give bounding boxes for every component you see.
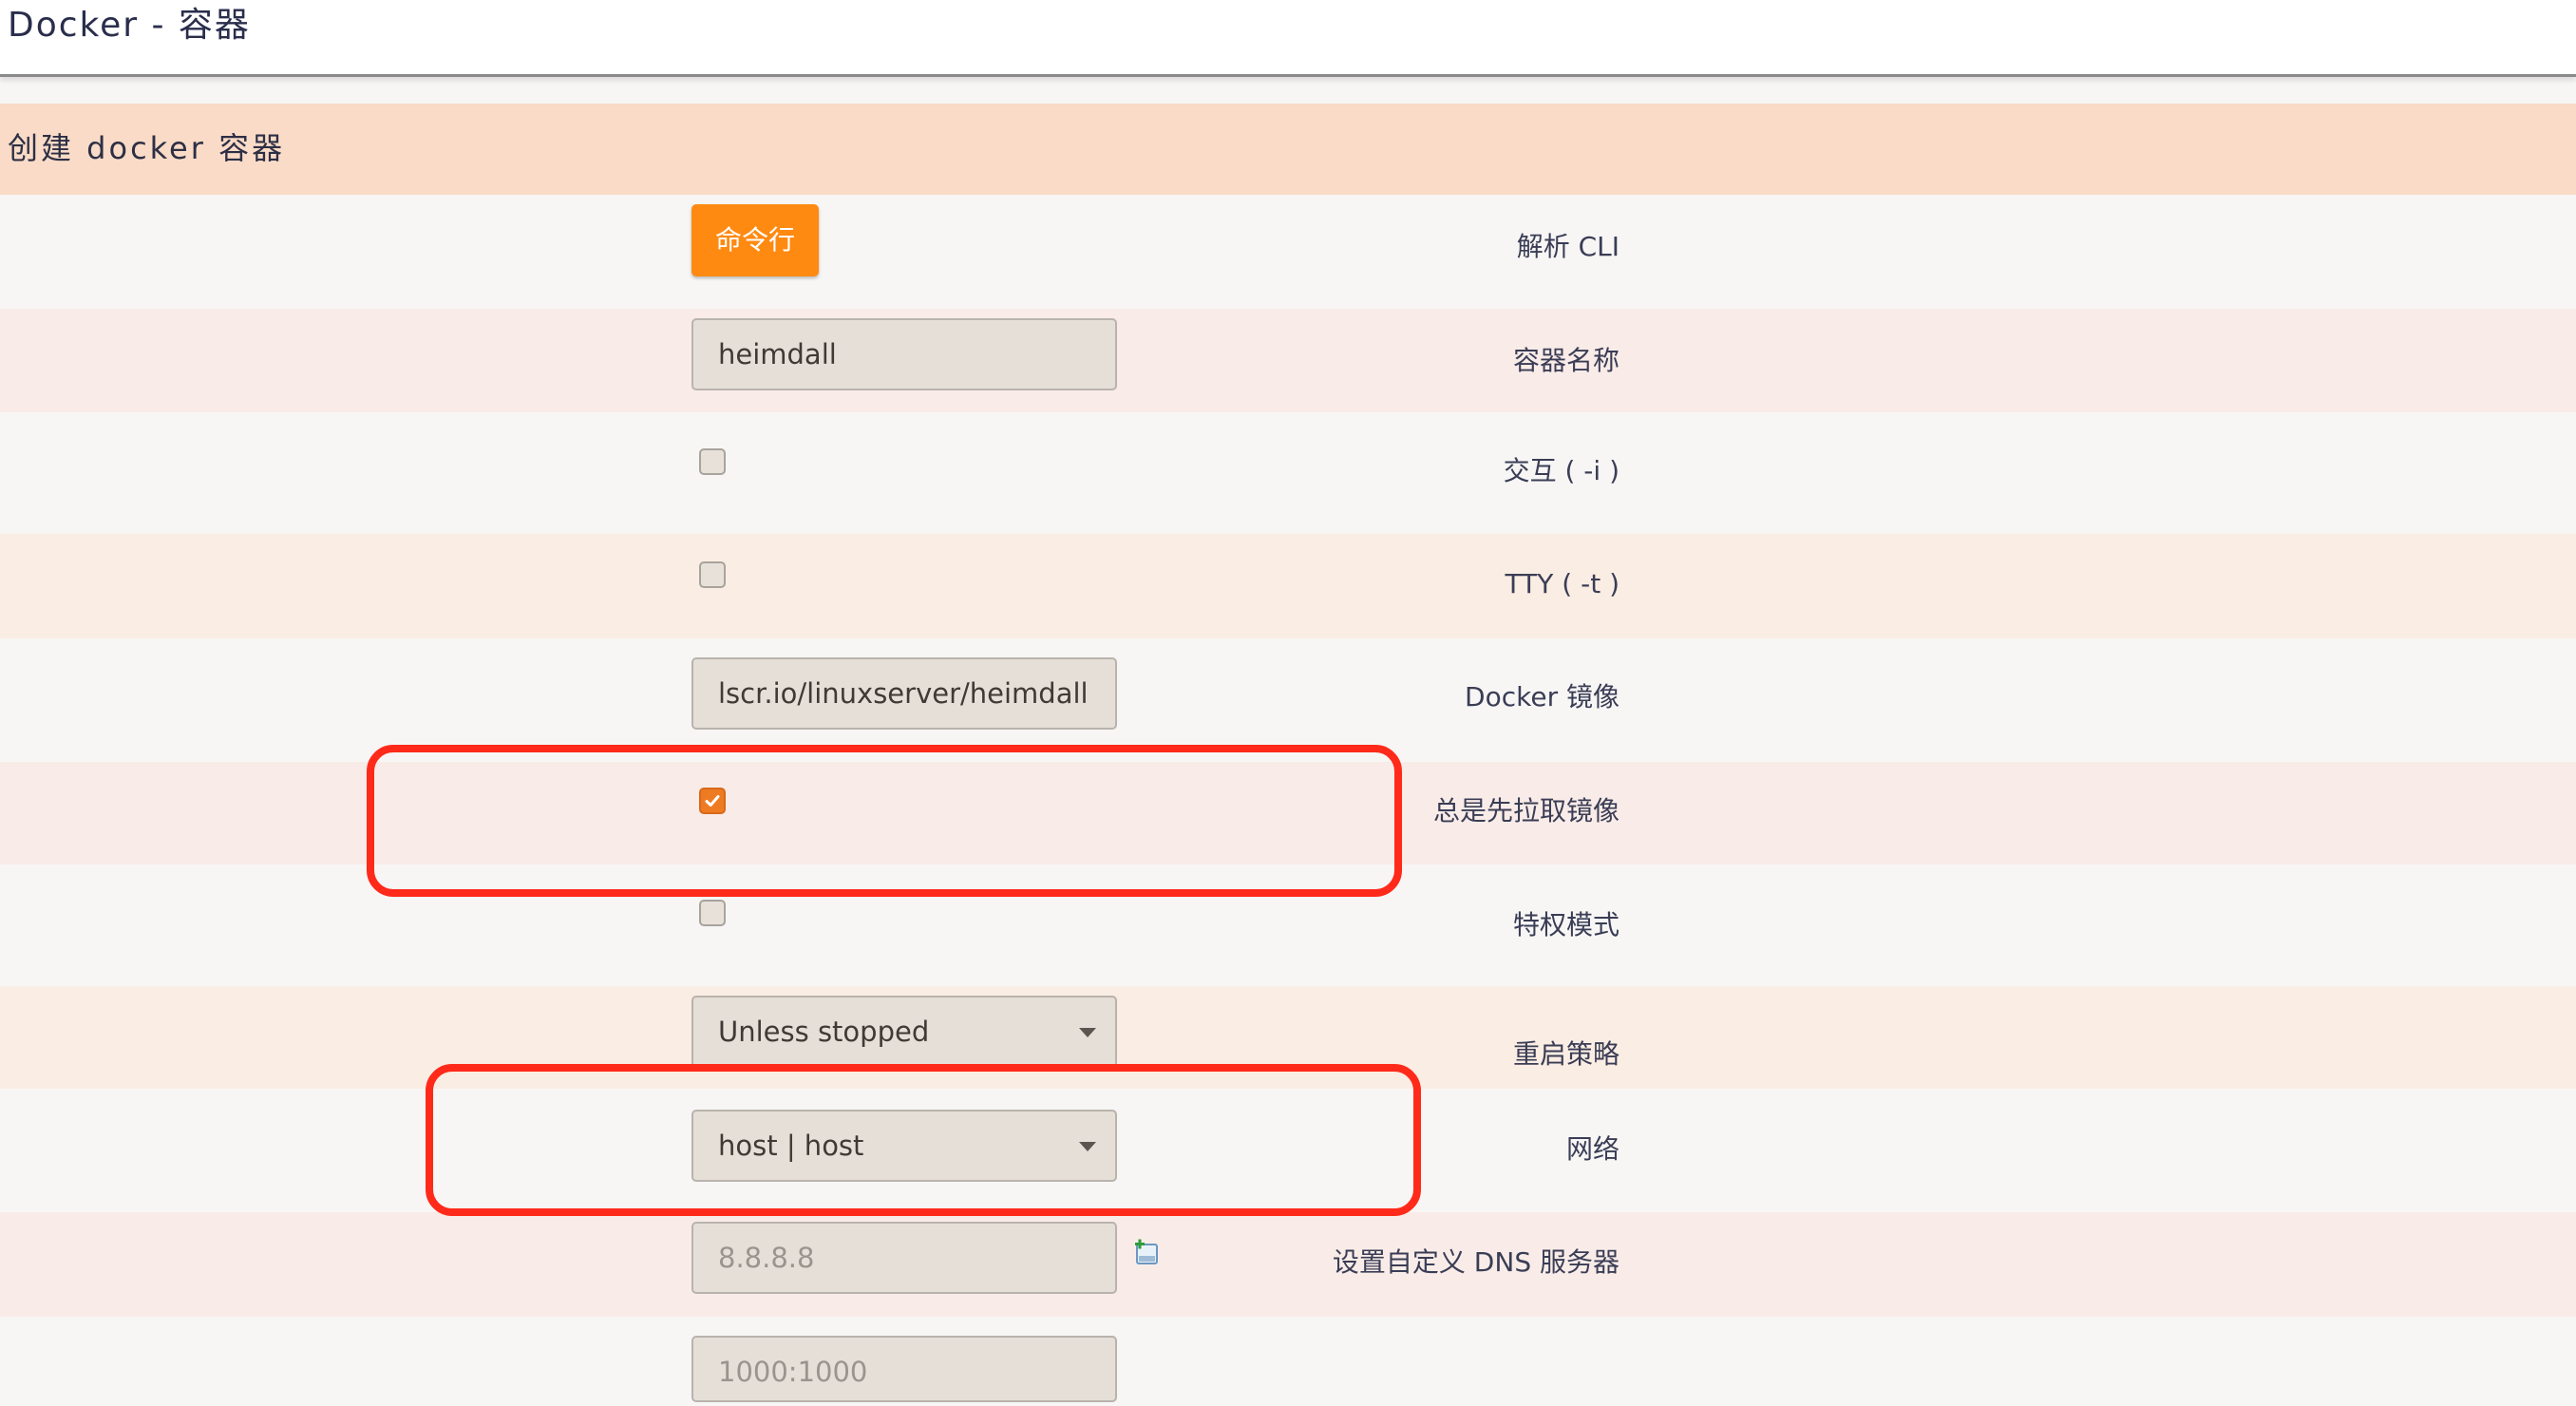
- form-row-tty: TTY ( -t ): [0, 534, 2576, 638]
- privileged-label: 特权模式: [1512, 909, 1619, 940]
- tty-label: TTY ( -t ): [1505, 568, 1619, 599]
- cli-label: 解析 CLI: [1516, 231, 1619, 262]
- form-row-cli: 解析 CLI: [0, 195, 2576, 309]
- section-title: 创建 docker 容器: [8, 130, 286, 166]
- dns-label: 设置自定义 DNS 服务器: [1332, 1246, 1619, 1278]
- add-entry-icon[interactable]: [1132, 1239, 1161, 1267]
- highlight-network: [426, 1064, 1421, 1216]
- next-input[interactable]: 1000:1000: [691, 1336, 1117, 1402]
- form-row-interactive: 交互 ( -i ): [0, 412, 2576, 534]
- restart-policy-label: 重启策略: [1512, 1038, 1619, 1070]
- privileged-checkbox[interactable]: [699, 900, 726, 926]
- next-placeholder: 1000:1000: [718, 1356, 868, 1388]
- image-value: lscr.io/linuxserver/heimdall: [718, 677, 1089, 710]
- section-header: 创建 docker 容器: [0, 104, 2576, 195]
- always-pull-label: 总是先拉取镜像: [1432, 795, 1619, 826]
- network-label: 网络: [1565, 1133, 1619, 1165]
- image-label: Docker 镜像: [1465, 681, 1619, 712]
- highlight-always-pull: [367, 745, 1402, 897]
- page-title: Docker - 容器: [8, 6, 251, 45]
- container-name-input[interactable]: heimdall: [691, 318, 1117, 390]
- container-name-value: heimdall: [718, 338, 837, 370]
- interactive-checkbox[interactable]: [699, 448, 726, 475]
- chevron-down-icon: [1079, 1028, 1096, 1037]
- form-row-image: Docker 镜像: [0, 638, 2576, 762]
- restart-policy-value: Unless stopped: [718, 1016, 930, 1048]
- form-row-container-name: 容器名称: [0, 309, 2576, 412]
- image-input[interactable]: lscr.io/linuxserver/heimdall: [691, 657, 1117, 730]
- cli-button[interactable]: 命令行: [691, 204, 819, 276]
- restart-policy-select[interactable]: Unless stopped: [691, 996, 1117, 1068]
- dns-placeholder: 8.8.8.8: [718, 1242, 815, 1274]
- interactive-label: 交互 ( -i ): [1503, 455, 1619, 486]
- tty-checkbox[interactable]: [699, 561, 726, 588]
- page-header: Docker - 容器: [0, 0, 2576, 77]
- container-name-label: 容器名称: [1512, 345, 1619, 376]
- form-row-dns: 设置自定义 DNS 服务器: [0, 1212, 2576, 1317]
- dns-input[interactable]: 8.8.8.8: [691, 1222, 1117, 1294]
- form-row-next: [0, 1317, 2576, 1366]
